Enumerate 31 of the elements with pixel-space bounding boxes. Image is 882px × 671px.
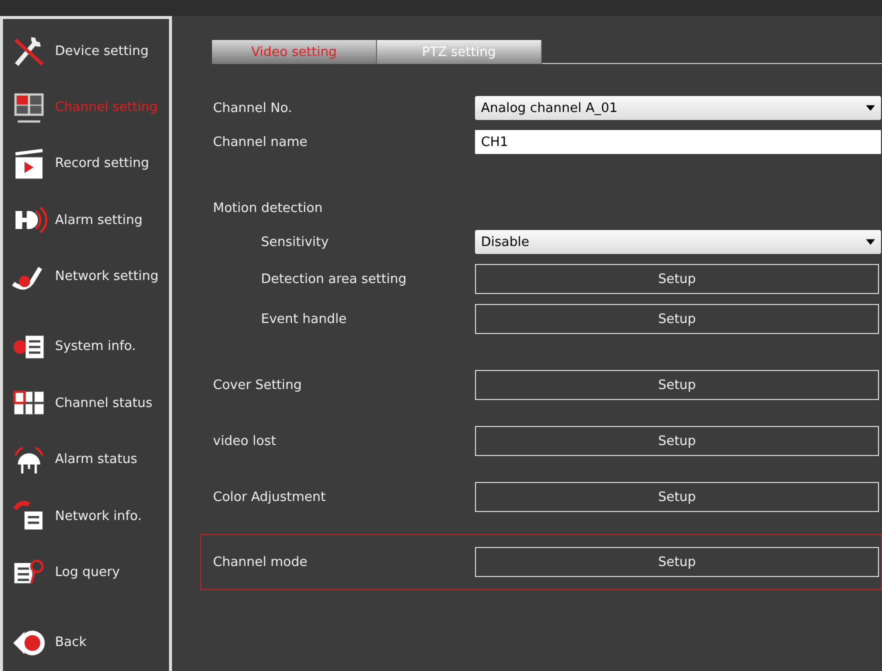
setup-button[interactable]: Setup	[475, 264, 879, 294]
sidebar-item[interactable]: Network info.	[3, 488, 169, 544]
field-label: Sensitivity	[260, 234, 330, 250]
setup-button[interactable]: Setup	[475, 370, 879, 400]
setup-button[interactable]: Setup	[475, 547, 879, 577]
sidebar-item[interactable]: Channel status	[3, 375, 169, 432]
dropdown[interactable]: Disable	[475, 230, 881, 254]
dropdown[interactable]: Analog channel A_01	[475, 96, 881, 120]
field-label: Channel name	[213, 134, 308, 150]
field-label: Detection area setting	[260, 272, 408, 286]
sidebar-item[interactable]: Device setting	[3, 23, 169, 80]
field-label: video lost	[213, 434, 278, 448]
setup-button[interactable]: Setup	[475, 426, 879, 456]
sidebar-item[interactable]: Alarm status	[3, 432, 169, 488]
setup-button[interactable]: Setup	[475, 482, 879, 512]
field-label: Motion detection	[213, 200, 324, 216]
field-label: Event handle	[260, 312, 348, 326]
setup-button[interactable]: Setup	[475, 304, 879, 334]
sidebar-item[interactable]: System info.	[3, 318, 169, 376]
sidebar-item[interactable]: Log query	[3, 544, 169, 601]
caret-icon	[866, 105, 875, 111]
sidebar-item[interactable]: Back	[3, 614, 169, 671]
field-label: Color Adjustment	[213, 490, 327, 504]
field-label: Channel mode	[213, 554, 308, 570]
sidebar-item[interactable]: Network setting	[3, 248, 169, 305]
caret-icon	[866, 239, 875, 245]
sidebar-item[interactable]: Alarm setting	[3, 192, 169, 248]
field-label: Cover Setting	[213, 378, 303, 392]
field-label: Channel No.	[213, 100, 294, 116]
input-field[interactable]: CH1	[475, 130, 881, 154]
sidebar-item[interactable]: Record setting	[3, 136, 169, 192]
